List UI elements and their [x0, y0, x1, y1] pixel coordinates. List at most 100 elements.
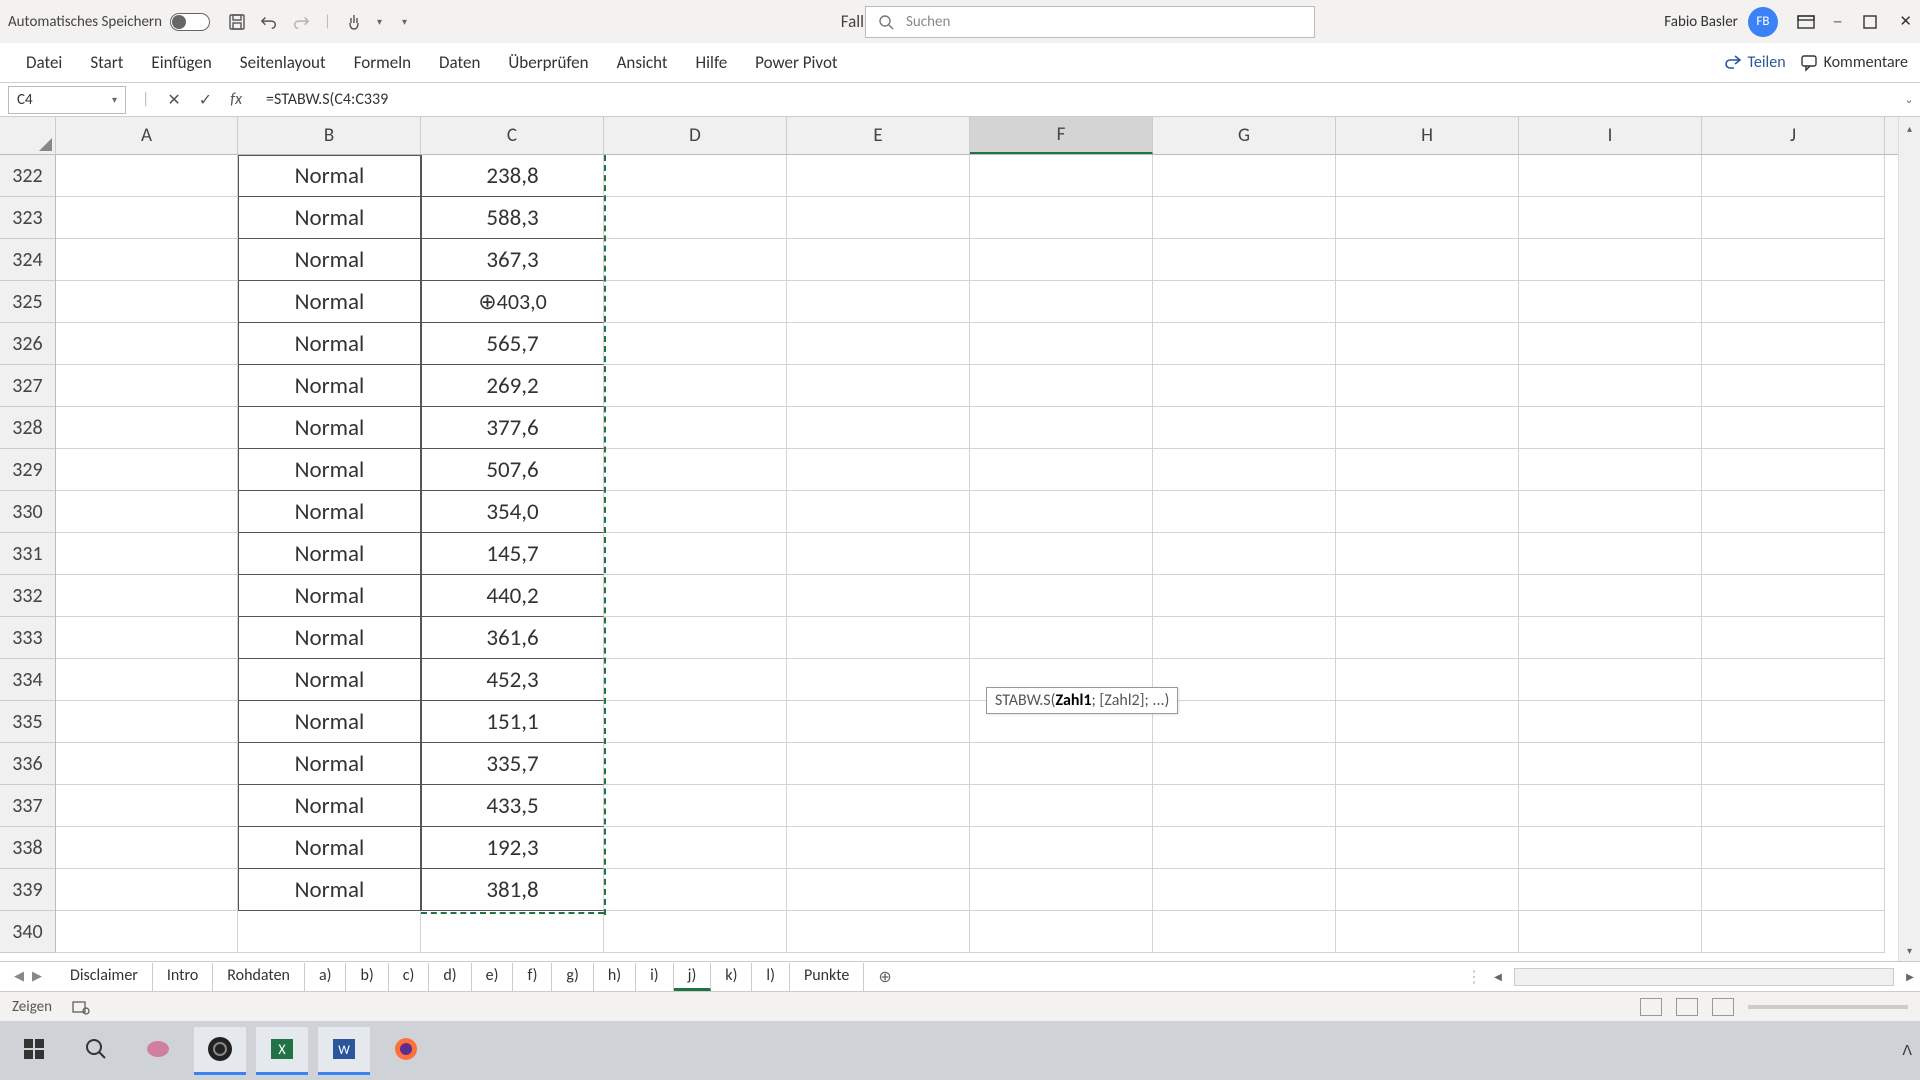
- cell[interactable]: [421, 911, 604, 953]
- cell[interactable]: 381,8: [421, 869, 604, 911]
- tab-formeln[interactable]: Formeln: [340, 44, 425, 81]
- cell[interactable]: [1519, 617, 1702, 659]
- row-header[interactable]: 340: [0, 911, 55, 953]
- scroll-down-icon[interactable]: ▾: [1899, 939, 1920, 961]
- taskview-icon[interactable]: [132, 1027, 184, 1075]
- cell[interactable]: [787, 743, 970, 785]
- cell[interactable]: [1702, 743, 1885, 785]
- cell[interactable]: 433,5: [421, 785, 604, 827]
- expand-formula-bar-icon[interactable]: ⌄: [1898, 93, 1920, 106]
- cell[interactable]: [604, 323, 787, 365]
- cell[interactable]: Normal: [238, 827, 421, 869]
- sheet-tab[interactable]: g): [552, 963, 593, 991]
- cell[interactable]: [604, 155, 787, 197]
- share-button[interactable]: Teilen: [1724, 53, 1786, 72]
- cell[interactable]: [56, 533, 238, 575]
- cell[interactable]: [1336, 575, 1519, 617]
- view-pagebreak-button[interactable]: [1712, 998, 1734, 1016]
- cell[interactable]: [787, 407, 970, 449]
- cell[interactable]: [1702, 449, 1885, 491]
- cell[interactable]: [604, 659, 787, 701]
- cell[interactable]: Normal: [238, 239, 421, 281]
- cell[interactable]: [1702, 617, 1885, 659]
- column-header-B[interactable]: B: [238, 117, 421, 154]
- cell[interactable]: [787, 491, 970, 533]
- view-normal-button[interactable]: [1640, 998, 1662, 1016]
- cell[interactable]: [970, 407, 1153, 449]
- cell[interactable]: 335,7: [421, 743, 604, 785]
- accept-formula-icon[interactable]: ✓: [199, 90, 212, 110]
- cell[interactable]: [1153, 323, 1336, 365]
- firefox-icon[interactable]: [380, 1027, 432, 1075]
- tab-powerpivot[interactable]: Power Pivot: [741, 44, 851, 81]
- cell[interactable]: [1519, 155, 1702, 197]
- tab-hilfe[interactable]: Hilfe: [682, 44, 742, 81]
- column-header-E[interactable]: E: [787, 117, 970, 154]
- cell[interactable]: [970, 785, 1153, 827]
- cell[interactable]: [56, 239, 238, 281]
- cell[interactable]: [1702, 491, 1885, 533]
- fx-icon[interactable]: fx: [230, 90, 242, 109]
- sheet-tab[interactable]: Disclaimer: [56, 963, 153, 991]
- cell[interactable]: 354,0: [421, 491, 604, 533]
- column-header-G[interactable]: G: [1153, 117, 1336, 154]
- cell[interactable]: [1153, 827, 1336, 869]
- cell[interactable]: [787, 533, 970, 575]
- column-header-F[interactable]: F: [970, 117, 1153, 154]
- cell[interactable]: [1153, 911, 1336, 953]
- row-header[interactable]: 338: [0, 827, 55, 869]
- row-header[interactable]: 332: [0, 575, 55, 617]
- undo-icon[interactable]: [260, 13, 278, 31]
- cell[interactable]: [1702, 365, 1885, 407]
- cell[interactable]: Normal: [238, 659, 421, 701]
- cell[interactable]: [1519, 743, 1702, 785]
- cell[interactable]: Normal: [238, 281, 421, 323]
- column-header-J[interactable]: J: [1702, 117, 1885, 154]
- cell[interactable]: [970, 449, 1153, 491]
- zoom-slider[interactable]: [1748, 1005, 1908, 1009]
- row-header[interactable]: 337: [0, 785, 55, 827]
- cell[interactable]: [1153, 533, 1336, 575]
- cell[interactable]: [1153, 785, 1336, 827]
- sheet-tab[interactable]: b): [346, 963, 388, 991]
- tab-ansicht[interactable]: Ansicht: [603, 44, 682, 81]
- scroll-right-icon[interactable]: ▶: [1900, 970, 1920, 983]
- column-header-I[interactable]: I: [1519, 117, 1702, 154]
- cell[interactable]: [56, 155, 238, 197]
- row-header[interactable]: 331: [0, 533, 55, 575]
- cell[interactable]: [56, 575, 238, 617]
- cell[interactable]: [1336, 365, 1519, 407]
- cell[interactable]: 192,3: [421, 827, 604, 869]
- cell[interactable]: [1519, 365, 1702, 407]
- cell[interactable]: [787, 701, 970, 743]
- cell[interactable]: Normal: [238, 323, 421, 365]
- cell[interactable]: [1702, 407, 1885, 449]
- cell[interactable]: [970, 155, 1153, 197]
- cell[interactable]: [56, 659, 238, 701]
- cell[interactable]: [787, 155, 970, 197]
- cell[interactable]: [1336, 155, 1519, 197]
- function-tooltip[interactable]: STABW.S(Zahl1; [Zahl2]; ...): [986, 687, 1178, 714]
- cell[interactable]: [1153, 155, 1336, 197]
- cell[interactable]: [1702, 533, 1885, 575]
- cell[interactable]: [787, 239, 970, 281]
- cell[interactable]: [970, 743, 1153, 785]
- cell[interactable]: [56, 617, 238, 659]
- cell[interactable]: [1336, 533, 1519, 575]
- sheet-tab[interactable]: j): [674, 963, 712, 991]
- cell[interactable]: [1519, 491, 1702, 533]
- cell[interactable]: Normal: [238, 575, 421, 617]
- horizontal-scrollbar[interactable]: [1514, 968, 1894, 986]
- cell[interactable]: [787, 617, 970, 659]
- cell[interactable]: [1153, 659, 1336, 701]
- cell[interactable]: 145,7: [421, 533, 604, 575]
- cell[interactable]: [604, 617, 787, 659]
- cell[interactable]: [787, 365, 970, 407]
- cell[interactable]: [604, 365, 787, 407]
- cell[interactable]: [604, 827, 787, 869]
- cell[interactable]: [1519, 281, 1702, 323]
- cell[interactable]: [56, 197, 238, 239]
- cell[interactable]: [56, 281, 238, 323]
- cell[interactable]: [604, 407, 787, 449]
- sheet-tab[interactable]: k): [711, 963, 752, 991]
